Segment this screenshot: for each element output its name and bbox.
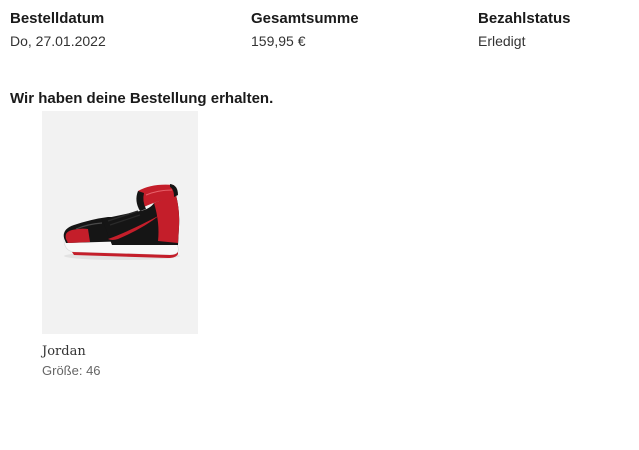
order-date-value: Do, 27.01.2022 (10, 33, 106, 49)
payment-status-label: Bezahlstatus (478, 10, 571, 27)
order-total-block: Gesamtsumme 159,95 € (251, 10, 359, 50)
order-received-message: Wir haben deine Bestellung erhalten. (10, 90, 274, 107)
payment-status-value: Erledigt (478, 33, 526, 49)
order-summary: Bestelldatum Do, 27.01.2022 Gesamtsumme … (10, 10, 630, 50)
order-item[interactable]: Jordan Größe: 46 (42, 111, 198, 379)
order-date-label: Bestelldatum (10, 10, 105, 27)
sneaker-image[interactable] (42, 111, 198, 334)
product-brand: Jordan (42, 344, 86, 359)
product-size: Größe: 46 (42, 363, 101, 378)
order-total-label: Gesamtsumme (251, 10, 359, 27)
payment-status-block: Bezahlstatus Erledigt (478, 10, 571, 50)
order-date-block: Bestelldatum Do, 27.01.2022 (10, 10, 106, 50)
order-total-value: 159,95 € (251, 33, 306, 49)
sneaker-icon (63, 184, 180, 260)
